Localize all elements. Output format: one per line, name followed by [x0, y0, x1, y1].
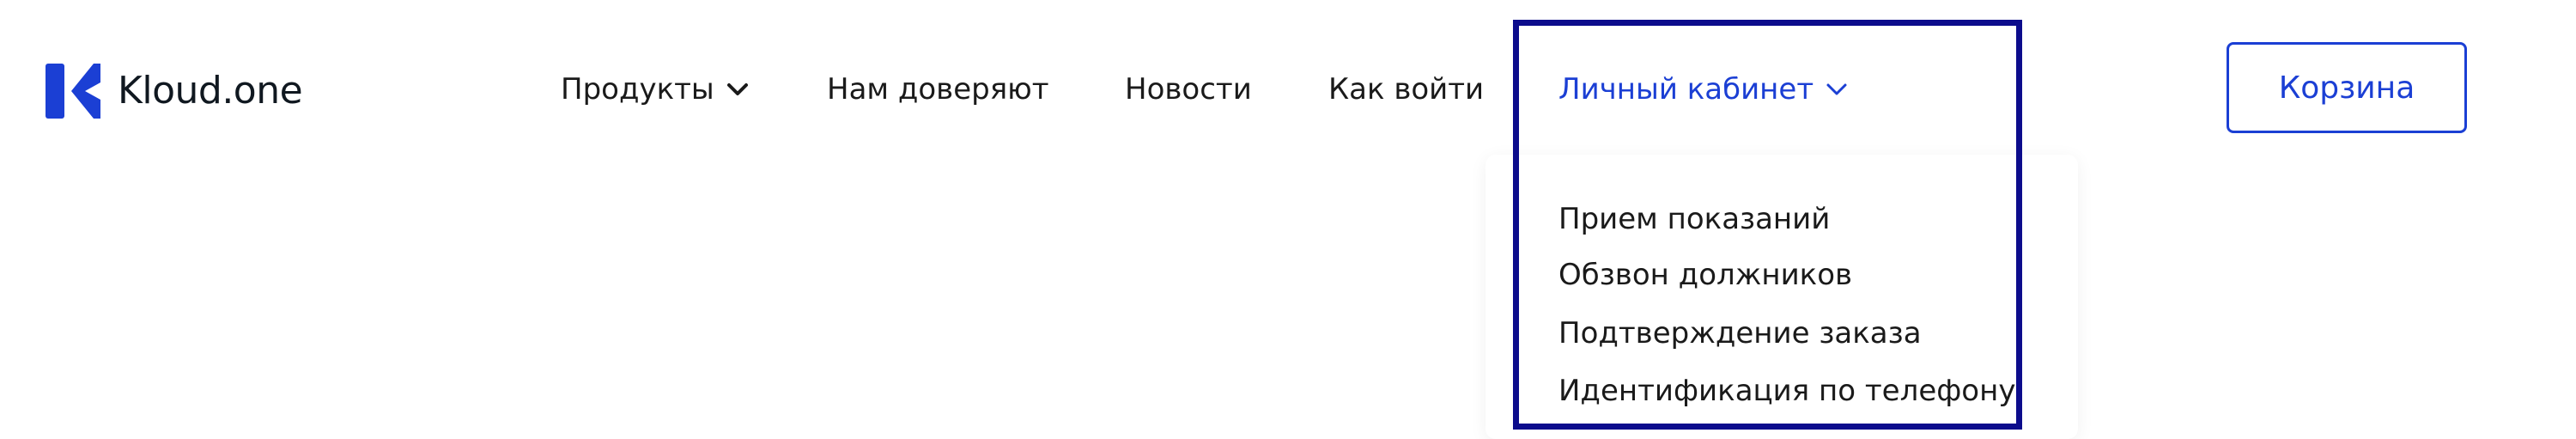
dropdown-item[interactable]: Прием показаний — [1558, 198, 1830, 241]
logo-text: Kloud.one — [118, 69, 303, 113]
chevron-down-icon — [1826, 83, 1847, 95]
nav-cabinet[interactable]: Личный кабинет — [1558, 64, 1848, 115]
nav-news[interactable]: Новости — [1125, 64, 1252, 115]
kloud-logo-icon — [46, 64, 100, 119]
logo-link[interactable]: Kloud.one — [46, 64, 303, 119]
dropdown-item[interactable]: Обзвон должников — [1558, 253, 1852, 296]
cart-button[interactable]: Корзина — [2227, 42, 2467, 133]
dropdown-item[interactable]: Идентификация по телефону — [1558, 369, 2015, 412]
chevron-down-icon — [726, 83, 748, 95]
nav-cabinet-label: Личный кабинет — [1558, 72, 1814, 107]
dropdown-item[interactable]: Подтверждение заказа — [1558, 312, 1922, 355]
nav-trust[interactable]: Нам доверяют — [827, 64, 1049, 115]
cabinet-dropdown-menu: Прием показаний Обзвон должников Подтвер… — [1485, 155, 2078, 439]
nav-howto[interactable]: Как войти — [1328, 64, 1484, 115]
nav-products[interactable]: Продукты — [561, 64, 749, 115]
nav-products-label: Продукты — [561, 72, 714, 107]
page: Kloud.one Продукты Нам доверяют Новости … — [0, 0, 2576, 439]
